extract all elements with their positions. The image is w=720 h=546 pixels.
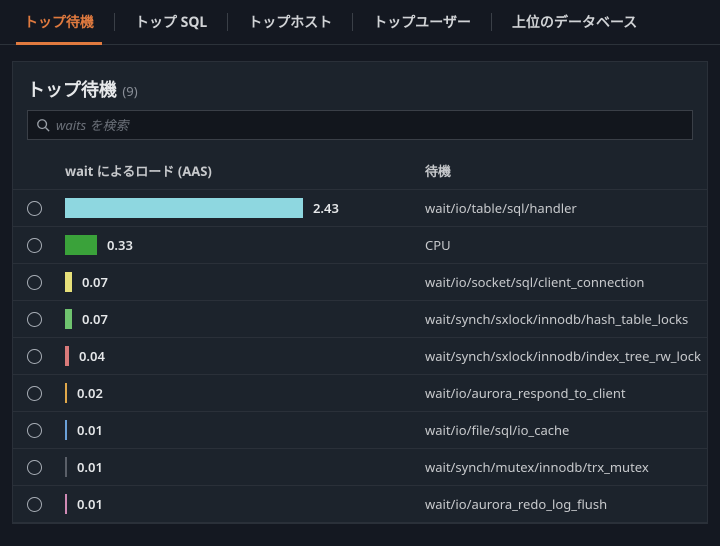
wait-name: wait/synch/mutex/innodb/trx_mutex [425,458,693,476]
row-radio-cell [27,349,65,364]
table-body: 2.43 wait/io/table/sql/handler 0.33 CPU 0.07… [13,190,707,523]
load-bar [65,420,67,440]
row-load-cell: 0.01 [65,494,425,514]
row-radio-cell [27,238,65,253]
row-radio[interactable] [27,497,42,512]
load-value: 0.02 [77,384,103,402]
row-load-cell: 0.07 [65,272,425,292]
table-row: 0.01 wait/synch/mutex/innodb/trx_mutex [13,449,707,486]
load-value: 0.01 [77,458,103,476]
tab-item[interactable]: トップユーザー [359,0,485,44]
row-load-cell: 0.02 [65,383,425,403]
tab-separator [352,13,353,31]
col-load-header[interactable]: wait によるロード (AAS) [65,161,425,180]
row-load-cell: 0.07 [65,309,425,329]
load-bar [65,309,72,329]
load-bar-wrap: 0.01 [65,494,103,514]
load-bar-wrap: 0.04 [65,346,105,366]
load-bar [65,494,67,514]
row-radio-cell [27,312,65,327]
row-radio-cell [27,460,65,475]
row-radio-cell [27,497,65,512]
search-wrap [13,110,707,152]
table-row: 0.01 wait/io/aurora_redo_log_flush [13,486,707,523]
wait-name: wait/io/aurora_redo_log_flush [425,495,693,513]
load-value: 0.33 [107,236,133,254]
row-radio[interactable] [27,460,42,475]
row-load-cell: 0.01 [65,457,425,477]
row-radio[interactable] [27,201,42,216]
tab-item[interactable]: 上位のデータベース [498,0,651,44]
row-radio[interactable] [27,275,42,290]
row-radio-cell [27,386,65,401]
row-radio-cell [27,201,65,216]
load-bar [65,272,72,292]
table-row: 0.07 wait/io/socket/sql/client_connection [13,264,707,301]
table-header: wait によるロード (AAS) 待機 [13,152,707,190]
load-bar [65,198,303,218]
load-bar [65,457,67,477]
table-row: 0.01 wait/io/file/sql/io_cache [13,412,707,449]
table-row: 0.07 wait/synch/sxlock/innodb/hash_table_… [13,301,707,338]
load-bar-wrap: 0.33 [65,235,133,255]
row-radio-cell [27,423,65,438]
wait-name: wait/io/table/sql/handler [425,199,693,217]
top-waits-panel: トップ待機 (9) wait によるロード (AAS) 待機 2.43 wait/… [12,61,708,524]
load-bar [65,346,69,366]
col-wait-header[interactable]: 待機 [425,161,693,180]
tab-separator [227,13,228,31]
tab-item[interactable]: トップ SQL [121,0,221,44]
load-bar-wrap: 0.01 [65,457,103,477]
row-radio-cell [27,275,65,290]
load-bar-wrap: 0.07 [65,309,108,329]
search-input[interactable] [56,116,684,134]
table-row: 0.02 wait/io/aurora_respond_to_client [13,375,707,412]
load-bar-wrap: 2.43 [65,198,339,218]
row-radio[interactable] [27,349,42,364]
panel-count: (9) [122,82,137,100]
wait-name: CPU [425,236,693,254]
panel-title: トップ待機 [27,78,117,102]
load-bar [65,383,67,403]
load-bar-wrap: 0.02 [65,383,103,403]
load-value: 0.04 [79,347,105,365]
tab-bar: トップ待機トップ SQL トップホストトップユーザー上位のデータベース [0,0,720,45]
row-load-cell: 0.04 [65,346,425,366]
table-row: 0.04 wait/synch/sxlock/innodb/index_tree_… [13,338,707,375]
row-radio[interactable] [27,386,42,401]
search-input-container[interactable] [27,110,693,140]
load-bar-wrap: 0.07 [65,272,108,292]
row-radio[interactable] [27,423,42,438]
row-radio[interactable] [27,312,42,327]
wait-name: wait/io/file/sql/io_cache [425,421,693,439]
row-radio[interactable] [27,238,42,253]
load-value: 0.07 [82,310,108,328]
panel-header: トップ待機 (9) [13,62,707,110]
wait-name: wait/synch/sxlock/innodb/hash_table_lock… [425,310,693,328]
load-value: 2.43 [313,199,339,217]
table-row: 0.33 CPU [13,227,707,264]
load-value: 0.01 [77,495,103,513]
load-bar-wrap: 0.01 [65,420,103,440]
wait-name: wait/synch/sxlock/innodb/index_tree_rw_l… [425,347,693,365]
tab-item[interactable]: トップ待機 [10,0,108,44]
row-load-cell: 0.01 [65,420,425,440]
load-value: 0.01 [77,421,103,439]
wait-name: wait/io/socket/sql/client_connection [425,273,693,291]
tab-item[interactable]: トップホスト [234,0,346,44]
load-value: 0.07 [82,273,108,291]
wait-name: wait/io/aurora_respond_to_client [425,384,693,402]
table-row: 2.43 wait/io/table/sql/handler [13,190,707,227]
row-load-cell: 0.33 [65,235,425,255]
row-load-cell: 2.43 [65,198,425,218]
tab-separator [491,13,492,31]
load-bar [65,235,97,255]
search-icon [36,118,50,132]
tab-separator [114,13,115,31]
